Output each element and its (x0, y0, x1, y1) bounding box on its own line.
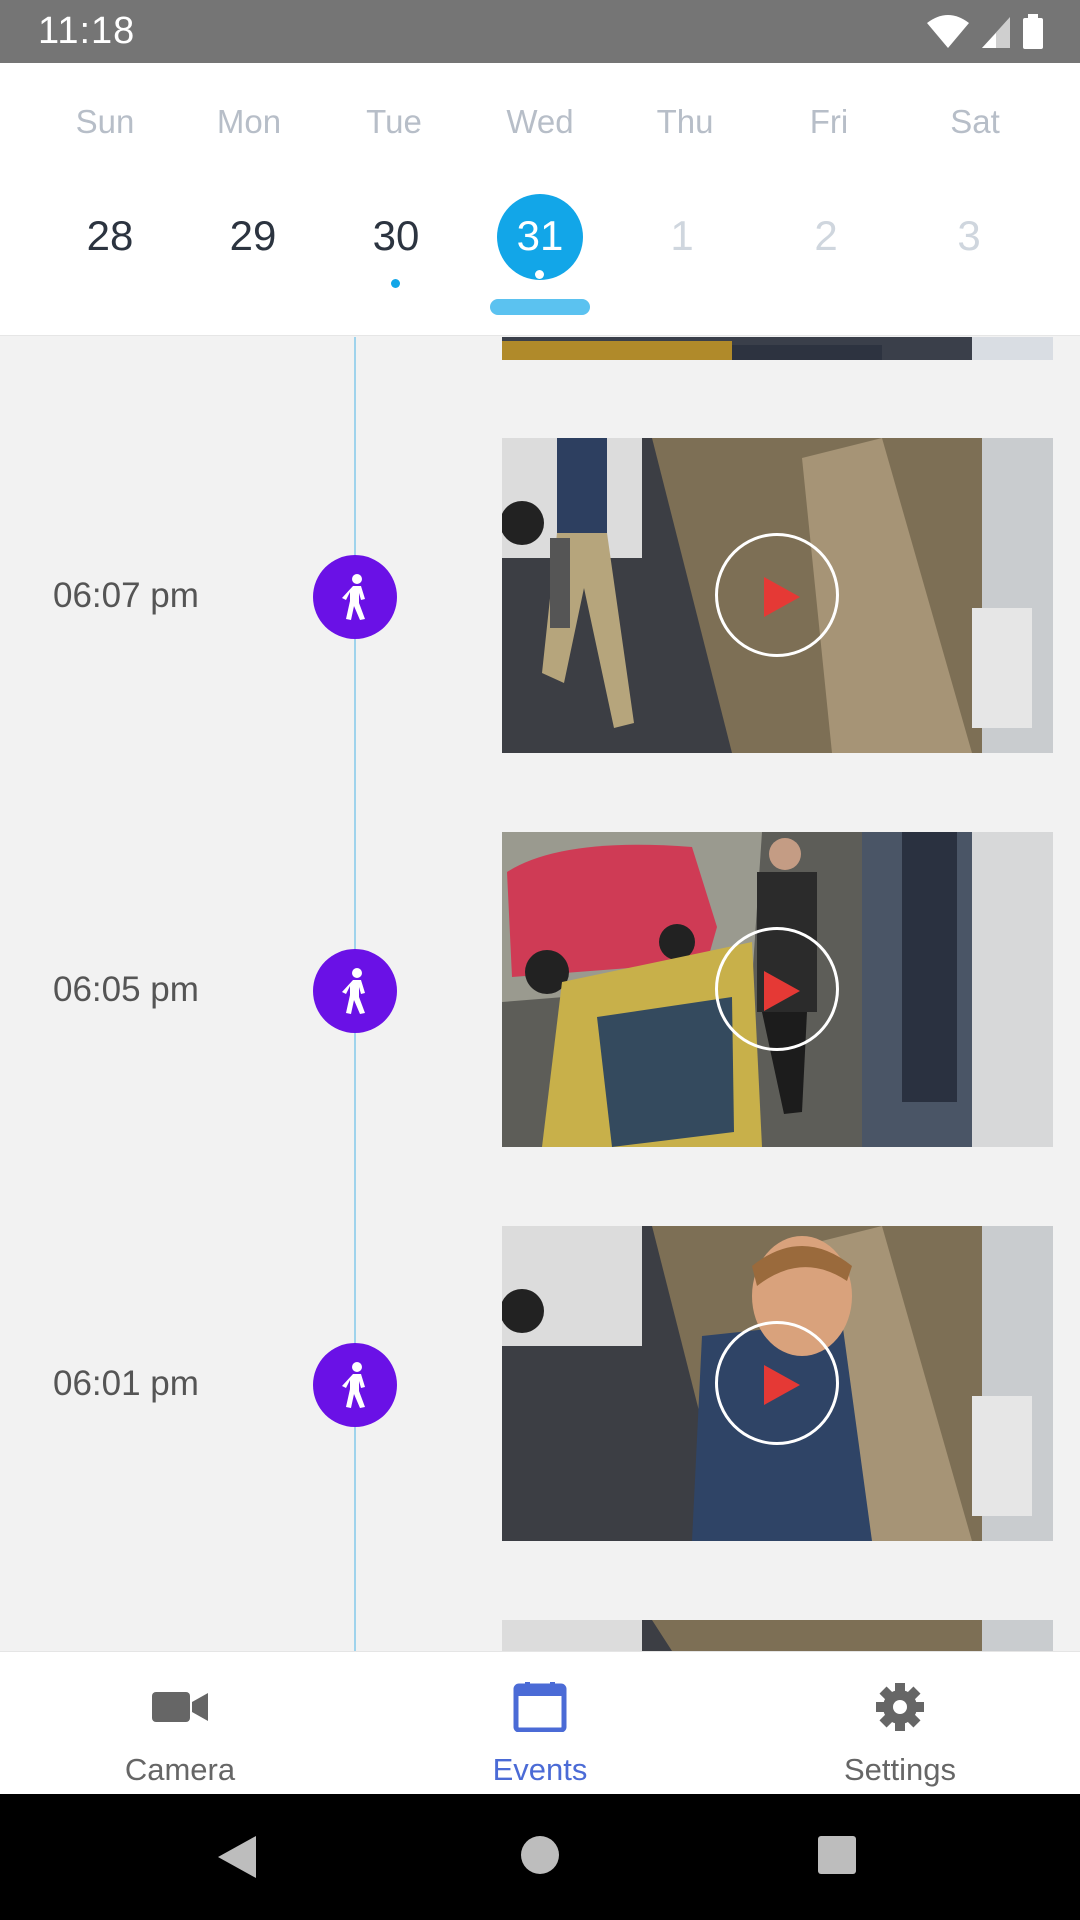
has-events-dot (391, 279, 400, 288)
motion-event-marker (313, 1343, 397, 1427)
wifi-icon (927, 15, 969, 48)
has-events-dot (535, 270, 544, 279)
date-cell-29[interactable]: 29 (181, 193, 325, 283)
event-thumbnail[interactable] (502, 438, 1053, 753)
play-button[interactable] (715, 533, 839, 657)
weekday-label: Wed (506, 103, 574, 140)
date-cell-28[interactable]: 28 (38, 193, 182, 283)
weekday-label: Sun (75, 103, 135, 140)
event-time: 06:07 pm (53, 576, 199, 615)
person-walking-icon (342, 968, 365, 1014)
date-number: 31 (516, 212, 564, 259)
person-walking-icon (342, 574, 365, 620)
motion-event-marker (313, 949, 397, 1033)
nav-settings[interactable]: Settings (720, 1652, 1080, 1795)
date-row: 28 29 30 31 1 2 3 (0, 193, 1080, 288)
date-number: 30 (372, 212, 420, 259)
nav-camera[interactable]: Camera (0, 1652, 360, 1795)
date-number: 2 (814, 212, 838, 259)
play-button[interactable] (715, 927, 839, 1051)
weekday-row: Sun Mon Tue Wed Thu Fri Sat (0, 103, 1080, 153)
back-icon[interactable] (216, 1834, 260, 1880)
date-number: 29 (229, 212, 277, 259)
bottom-navigation: Camera Events Settings (0, 1651, 1080, 1794)
status-icons (926, 14, 1044, 50)
recents-icon[interactable] (817, 1835, 857, 1875)
date-number: 28 (86, 212, 134, 259)
calendar-icon (513, 1682, 567, 1732)
system-navigation-bar (0, 1794, 1080, 1920)
date-cell-30[interactable]: 30 (324, 193, 468, 288)
weekday-label: Sat (950, 103, 1000, 140)
drag-handle[interactable] (490, 299, 590, 315)
event-thumbnail[interactable] (502, 1226, 1053, 1541)
date-cell-2[interactable]: 2 (754, 193, 898, 283)
events-timeline[interactable]: 06:07 pm 06:05 pm 06:01 pm (0, 337, 1080, 1651)
date-number: 3 (957, 212, 981, 259)
play-icon (764, 971, 800, 1011)
events-screen: 11:18 Sun Mon Tue Wed Thu Fri Sat 28 29 … (0, 0, 1080, 1920)
nav-events[interactable]: Events (360, 1652, 720, 1795)
battery-icon (1023, 14, 1043, 49)
week-calendar: Sun Mon Tue Wed Thu Fri Sat 28 29 30 31 (0, 63, 1080, 336)
nav-label: Camera (124, 1752, 236, 1787)
event-thumbnail[interactable] (502, 832, 1053, 1147)
play-icon (764, 1365, 800, 1405)
status-bar: 11:18 (0, 0, 1080, 63)
weekday-label: Tue (366, 103, 422, 140)
nav-label: Settings (843, 1752, 956, 1787)
play-icon (764, 577, 800, 617)
play-button[interactable] (715, 1321, 839, 1445)
weekday-label: Fri (809, 103, 849, 140)
video-camera-icon (152, 1692, 208, 1722)
cell-signal-icon (982, 17, 1010, 48)
date-number: 1 (670, 212, 694, 259)
event-time: 06:05 pm (53, 970, 199, 1009)
home-icon[interactable] (519, 1834, 561, 1876)
nav-label: Events (492, 1752, 588, 1787)
event-time: 06:01 pm (53, 1364, 199, 1403)
event-thumbnail-partial[interactable] (502, 1620, 1053, 1651)
motion-event-marker (313, 555, 397, 639)
status-time: 11:18 (38, 10, 136, 52)
event-thumbnail-partial[interactable] (502, 337, 1053, 360)
person-walking-icon (342, 1362, 365, 1408)
date-cell-3[interactable]: 3 (897, 193, 1041, 283)
date-cell-31-selected[interactable]: 31 (468, 193, 612, 283)
gear-icon (876, 1683, 924, 1731)
weekday-label: Mon (216, 103, 282, 140)
date-cell-1[interactable]: 1 (610, 193, 754, 283)
weekday-label: Thu (656, 103, 714, 140)
